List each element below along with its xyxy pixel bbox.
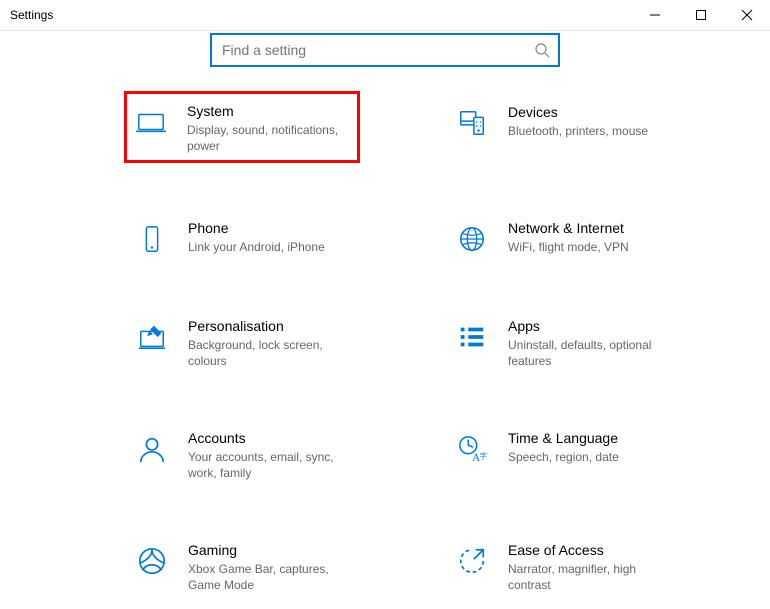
svg-text:字: 字 (480, 450, 488, 460)
tile-desc: Narrator, magnifier, high contrast (508, 561, 672, 593)
tile-desc: Your accounts, email, sync, work, family (188, 449, 352, 481)
devices-icon (454, 105, 490, 141)
accounts-icon (134, 431, 170, 467)
search-wrap (0, 33, 770, 67)
settings-home: System Display, sound, notifications, po… (0, 33, 770, 597)
tile-label: Accounts (188, 429, 352, 447)
time-language-icon: A 字 (454, 431, 490, 467)
tile-desc: Link your Android, iPhone (188, 239, 325, 255)
window-title: Settings (10, 8, 53, 22)
tile-time-language[interactable]: A 字 Time & Language Speech, region, date (450, 423, 676, 485)
tile-label: Apps (508, 317, 672, 335)
phone-icon (134, 221, 170, 257)
tile-label: System (187, 102, 351, 120)
tile-apps[interactable]: Apps Uninstall, defaults, optional featu… (450, 311, 676, 373)
tile-personalisation[interactable]: Personalisation Background, lock screen,… (130, 311, 356, 373)
tile-desc: Speech, region, date (508, 449, 619, 465)
globe-icon (454, 221, 490, 257)
search-input[interactable] (220, 41, 534, 59)
tile-phone[interactable]: Phone Link your Android, iPhone (130, 213, 356, 261)
window-buttons (632, 0, 770, 30)
close-button[interactable] (724, 0, 770, 30)
system-icon (133, 104, 169, 140)
tile-desc: Background, lock screen, colours (188, 337, 352, 369)
tile-desc: WiFi, flight mode, VPN (508, 239, 629, 255)
personalisation-icon (134, 319, 170, 355)
tile-label: Devices (508, 103, 648, 121)
search-icon (534, 42, 550, 58)
tile-accounts[interactable]: Accounts Your accounts, email, sync, wor… (130, 423, 356, 485)
tile-ease-of-access[interactable]: Ease of Access Narrator, magnifier, high… (450, 535, 676, 597)
tile-devices[interactable]: Devices Bluetooth, printers, mouse (450, 97, 676, 163)
minimize-button[interactable] (632, 0, 678, 30)
settings-grid: System Display, sound, notifications, po… (130, 97, 770, 597)
maximize-icon (695, 9, 707, 21)
minimize-icon (649, 9, 661, 21)
ease-of-access-icon (454, 543, 490, 579)
tile-label: Time & Language (508, 429, 619, 447)
tile-label: Ease of Access (508, 541, 672, 559)
maximize-button[interactable] (678, 0, 724, 30)
tile-system[interactable]: System Display, sound, notifications, po… (124, 91, 360, 163)
tile-label: Gaming (188, 541, 352, 559)
gaming-icon (134, 543, 170, 579)
tile-gaming[interactable]: Gaming Xbox Game Bar, captures, Game Mod… (130, 535, 356, 597)
tile-network[interactable]: Network & Internet WiFi, flight mode, VP… (450, 213, 676, 261)
tile-desc: Display, sound, notifications, power (187, 122, 351, 154)
apps-icon (454, 319, 490, 355)
close-icon (741, 9, 753, 21)
titlebar: Settings (0, 0, 770, 31)
tile-desc: Bluetooth, printers, mouse (508, 123, 648, 139)
scrollbar[interactable] (758, 58, 770, 609)
tile-desc: Xbox Game Bar, captures, Game Mode (188, 561, 352, 593)
tile-label: Phone (188, 219, 325, 237)
search-box[interactable] (210, 33, 560, 67)
tile-label: Personalisation (188, 317, 352, 335)
tile-label: Network & Internet (508, 219, 629, 237)
tile-desc: Uninstall, defaults, optional features (508, 337, 672, 369)
